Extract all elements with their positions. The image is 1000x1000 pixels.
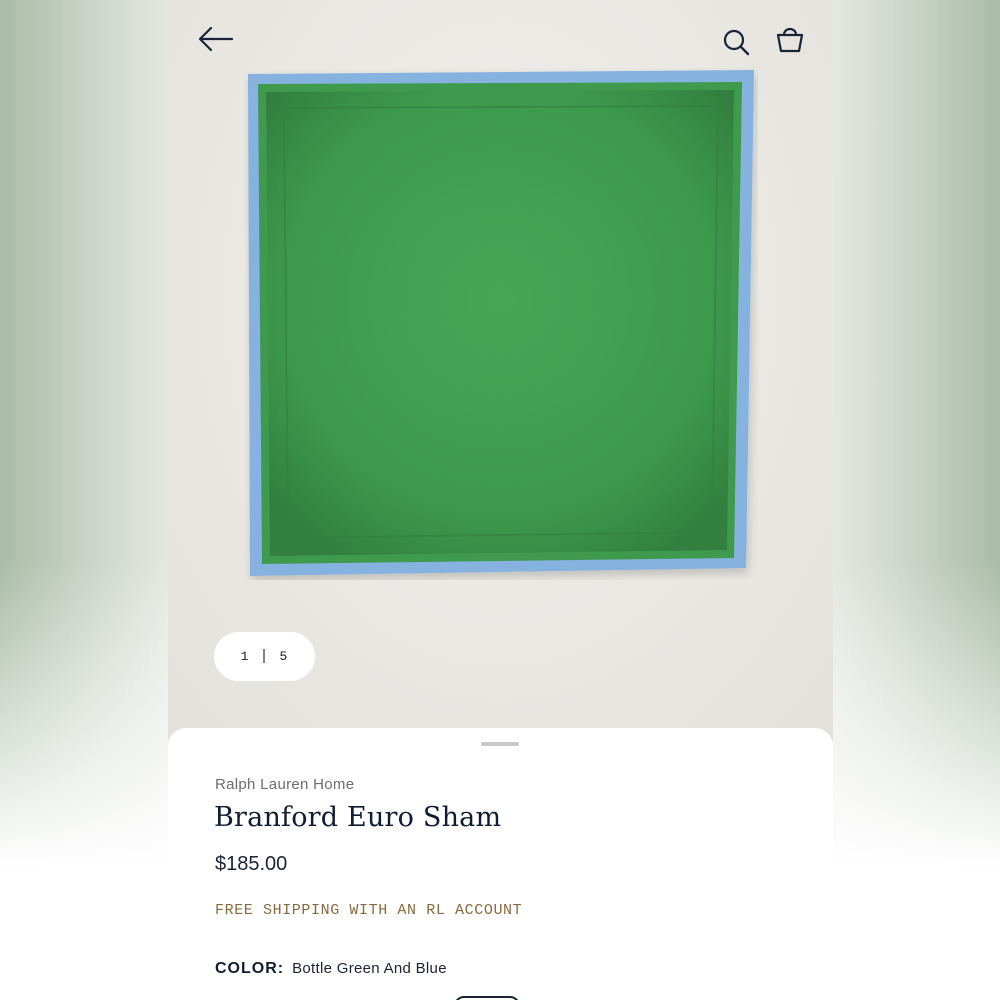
color-value: Bottle Green And Blue <box>292 960 447 977</box>
free-shipping-note[interactable]: FREE SHIPPING WITH AN RL ACCOUNT <box>215 902 522 919</box>
sheet-drag-handle[interactable] <box>481 742 519 746</box>
color-selector: COLOR: Bottle Green And Blue <box>215 960 447 978</box>
pager-total: 5 <box>279 649 289 664</box>
backdrop-right <box>833 0 1000 1000</box>
product-title: Branford Euro Sham <box>214 802 502 833</box>
product-page: 1 | 5 Ralph Lauren Home Branford Euro Sh… <box>168 0 833 1000</box>
shopping-bag-icon <box>776 27 804 53</box>
arrow-left-icon <box>198 26 234 52</box>
product-price: $185.00 <box>215 853 288 875</box>
back-button[interactable] <box>194 20 238 58</box>
pager-separator: | <box>259 648 270 665</box>
shopping-bag-button[interactable] <box>768 20 812 58</box>
search-button[interactable] <box>716 24 756 60</box>
product-image-pillow <box>248 70 754 576</box>
color-label: COLOR: <box>215 960 285 977</box>
search-icon <box>723 29 750 56</box>
pager-current: 1 <box>240 649 250 664</box>
product-image-gallery[interactable]: 1 | 5 <box>168 0 833 740</box>
backdrop-left <box>0 0 168 1000</box>
brand-name[interactable]: Ralph Lauren Home <box>215 776 354 793</box>
color-swatch[interactable] <box>454 996 520 1000</box>
image-pager: 1 | 5 <box>214 632 315 681</box>
product-details-sheet: Ralph Lauren Home Branford Euro Sham $18… <box>168 728 833 1000</box>
